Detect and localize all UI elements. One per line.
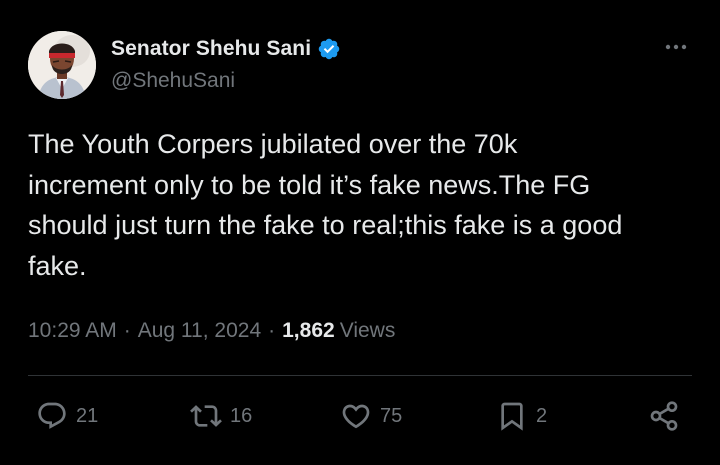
tweet-time[interactable]: 10:29 AM [28, 319, 117, 343]
tweet-card: Senator Shehu Sani @ShehuSani The Youth … [0, 0, 720, 465]
share-icon [650, 401, 678, 431]
more-dots-icon [665, 44, 687, 50]
bookmark-icon [501, 402, 523, 431]
verified-badge-icon [318, 38, 340, 60]
meta-separator: · [123, 319, 131, 342]
views-count: 1,862 [282, 319, 335, 342]
like-count: 75 [380, 404, 403, 427]
author-handle[interactable]: @ShehuSani [111, 69, 235, 93]
share-button[interactable] [648, 398, 680, 434]
meta-separator: · [268, 319, 276, 342]
repost-count: 16 [230, 404, 253, 427]
reply-button[interactable]: 21 [36, 398, 98, 434]
divider [28, 375, 692, 376]
repost-icon [190, 405, 222, 427]
tweet-text: The Youth Corpers jubilated over the 70k… [28, 129, 623, 281]
heart-icon [342, 404, 370, 429]
profile-photo-icon [28, 31, 96, 99]
views-label: Views [339, 319, 396, 342]
more-options-button[interactable] [660, 37, 692, 57]
tweet-date[interactable]: Aug 11, 2024 [138, 319, 261, 343]
reply-icon [38, 402, 66, 429]
bookmark-count: 2 [536, 404, 548, 427]
tweet-meta: 10:29 AM · Aug 11, 2024 · 1,862 Views [28, 315, 395, 347]
author-display-name[interactable]: Senator Shehu Sani [111, 37, 311, 61]
author-name-row: Senator Shehu Sani [111, 36, 341, 62]
like-button[interactable]: 75 [340, 398, 402, 434]
bookmark-button[interactable]: 2 [496, 398, 547, 434]
repost-button[interactable]: 16 [190, 398, 252, 434]
reply-count: 21 [76, 404, 99, 427]
avatar[interactable] [28, 31, 96, 99]
